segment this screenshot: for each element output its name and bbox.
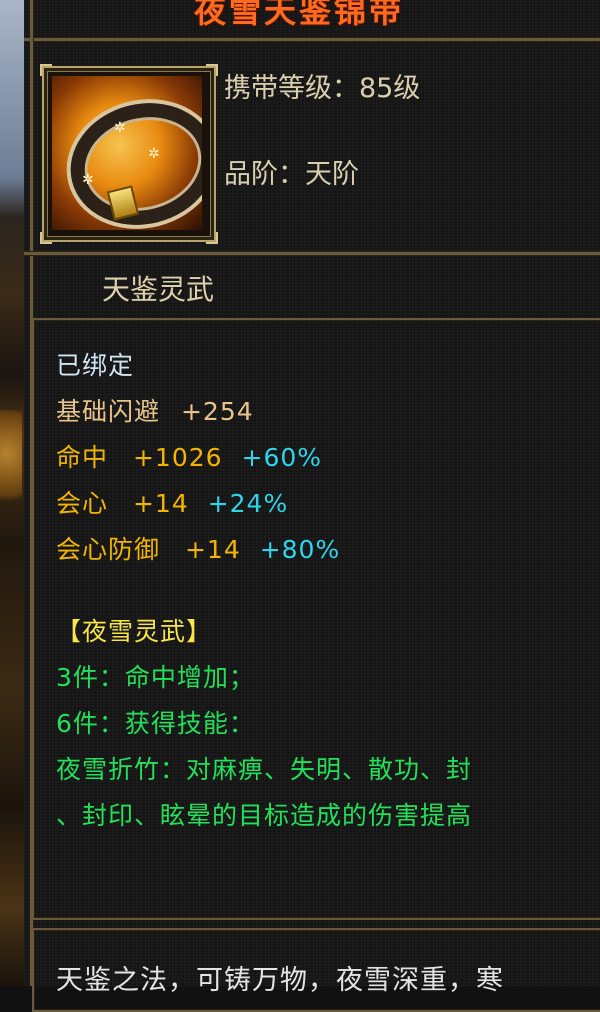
bound-status: 已绑定 (56, 351, 135, 380)
background-scene-strip (0, 0, 24, 986)
stat-name: 会心 (56, 489, 109, 518)
item-description: 天鉴之法，可铸万物，夜雪深重，寒 (56, 965, 504, 996)
item-grade: 品阶：天阶 (224, 159, 359, 190)
frame-corner (206, 232, 218, 244)
scene-glow (0, 410, 22, 520)
belt-icon: ✲ ✲ ✲ (52, 76, 202, 230)
set-title: 【夜雪灵武】 (56, 617, 213, 646)
sparkle-icon: ✲ (114, 120, 126, 136)
stat-bonus: +60% (241, 443, 323, 472)
stat-name: 会心防御 (56, 535, 161, 564)
stat-row: 会心 +14 +24% (56, 484, 288, 520)
stat-value: +14 (132, 489, 189, 518)
item-name: 夜雪天鉴锦带 (194, 0, 405, 30)
stat-bonus: +80% (259, 535, 341, 564)
frame-corner (40, 64, 52, 76)
attributes-box: 已绑定 基础闪避 +254 命中 +1026 +60% 会心 +14 +24% … (32, 318, 600, 920)
item-category: 天鉴灵武 (102, 273, 215, 306)
stat-name: 命中 (56, 443, 109, 472)
description-box: 天鉴之法，可铸万物，夜雪深重，寒 (32, 928, 600, 1012)
item-icon-frame: ✲ ✲ ✲ (40, 64, 218, 244)
sparkle-icon: ✲ (148, 146, 160, 162)
stat-row: 会心防御 +14 +80% (56, 530, 340, 566)
set-bonus-3: 3件：命中增加； (56, 663, 255, 692)
set-skill-line-1: 夜雪折竹：对麻痹、失明、散功、封 (56, 755, 473, 784)
stat-value: +1026 (132, 443, 223, 472)
set-bonus-6: 6件：获得技能： (56, 709, 255, 738)
frame-corner (206, 64, 218, 76)
stat-bonus: +24% (207, 489, 289, 518)
divider (24, 252, 600, 255)
base-stat-row: 基础闪避 +254 (56, 392, 254, 428)
carry-level: 携带等级：85级 (224, 73, 421, 104)
frame-corner (40, 232, 52, 244)
divider (24, 38, 600, 41)
sparkle-icon: ✲ (82, 172, 94, 188)
stat-name: 基础闪避 (56, 397, 161, 426)
stat-row: 命中 +1026 +60% (56, 438, 322, 474)
stat-value: +254 (180, 397, 254, 426)
stat-value: +14 (184, 535, 241, 564)
item-tooltip-panel: 夜雪天鉴锦带 ✲ ✲ ✲ 携带等级：85级 品阶：天阶 天鉴灵武 已绑定 基础闪… (24, 0, 600, 1012)
set-skill-line-2: 、封印、眩晕的目标造成的伤害提高 (56, 801, 473, 830)
